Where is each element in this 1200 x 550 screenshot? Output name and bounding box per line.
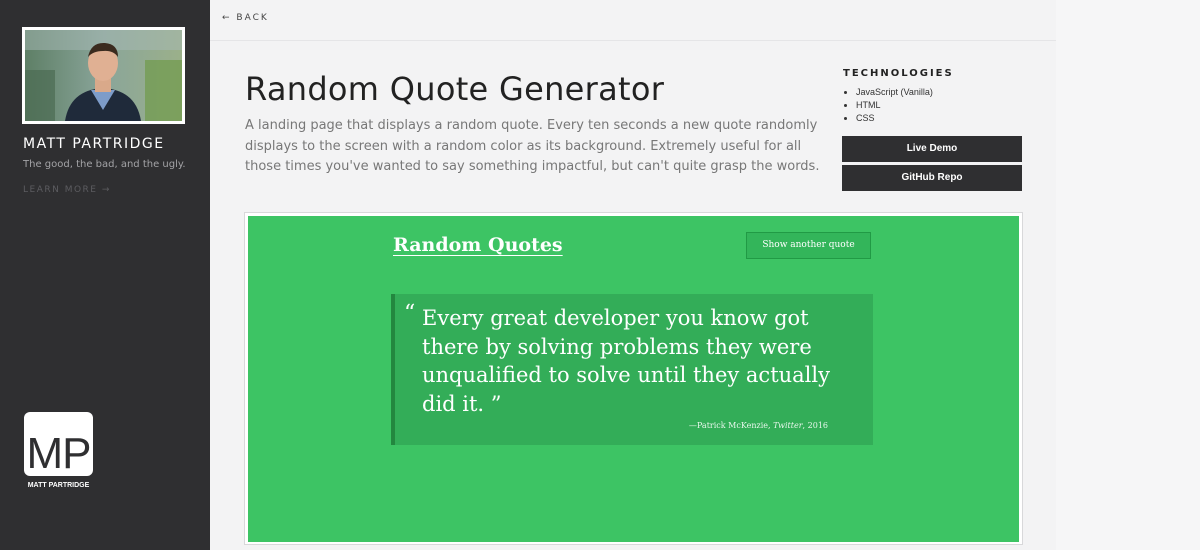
quote-text: Every great developer you know got there…	[422, 304, 868, 418]
attribution-source: Twitter	[773, 421, 803, 430]
technology-item: CSS	[856, 112, 933, 125]
github-repo-button[interactable]: GitHub Repo	[842, 165, 1022, 191]
technology-item: HTML	[856, 99, 933, 112]
open-quote-mark: “	[404, 301, 416, 326]
project-title: Random Quote Generator	[245, 70, 665, 108]
preview-title: Random Quotes	[393, 234, 563, 256]
profile-photo	[22, 27, 185, 124]
quote-body: Every great developer you know got there…	[422, 306, 830, 416]
mp-logo[interactable]: MP	[24, 412, 93, 476]
logo-monogram: MP	[26, 429, 92, 476]
sidebar: MATT PARTRIDGE The good, the bad, and th…	[0, 0, 210, 550]
author-name: MATT PARTRIDGE	[23, 136, 165, 152]
technology-item: JavaScript (Vanilla)	[856, 86, 933, 99]
attribution-author: —Patrick McKenzie,	[688, 421, 774, 430]
live-demo-button[interactable]: Live Demo	[842, 136, 1022, 162]
quote-card: “ Every great developer you know got the…	[391, 294, 873, 445]
back-link[interactable]: ← BACK	[222, 13, 269, 23]
logo-caption: MATT PARTRIDGE	[27, 482, 90, 489]
project-preview[interactable]: Random Quotes Show another quote “ Every…	[248, 216, 1019, 542]
technologies-heading: TECHNOLOGIES	[843, 68, 954, 79]
show-another-quote-button[interactable]: Show another quote	[746, 232, 871, 259]
right-margin	[1056, 0, 1200, 550]
quote-attribution: —Patrick McKenzie, Twitter, 2016	[689, 421, 828, 430]
top-bar: ← BACK	[210, 0, 1056, 41]
learn-more-link[interactable]: LEARN MORE →	[23, 185, 111, 195]
technologies-list: JavaScript (Vanilla) HTML CSS	[856, 86, 933, 125]
project-description: A landing page that displays a random qu…	[245, 118, 820, 174]
author-tagline: The good, the bad, and the ugly.	[23, 159, 186, 170]
close-quote-mark: ”	[490, 391, 502, 416]
attribution-year: , 2016	[802, 421, 828, 430]
